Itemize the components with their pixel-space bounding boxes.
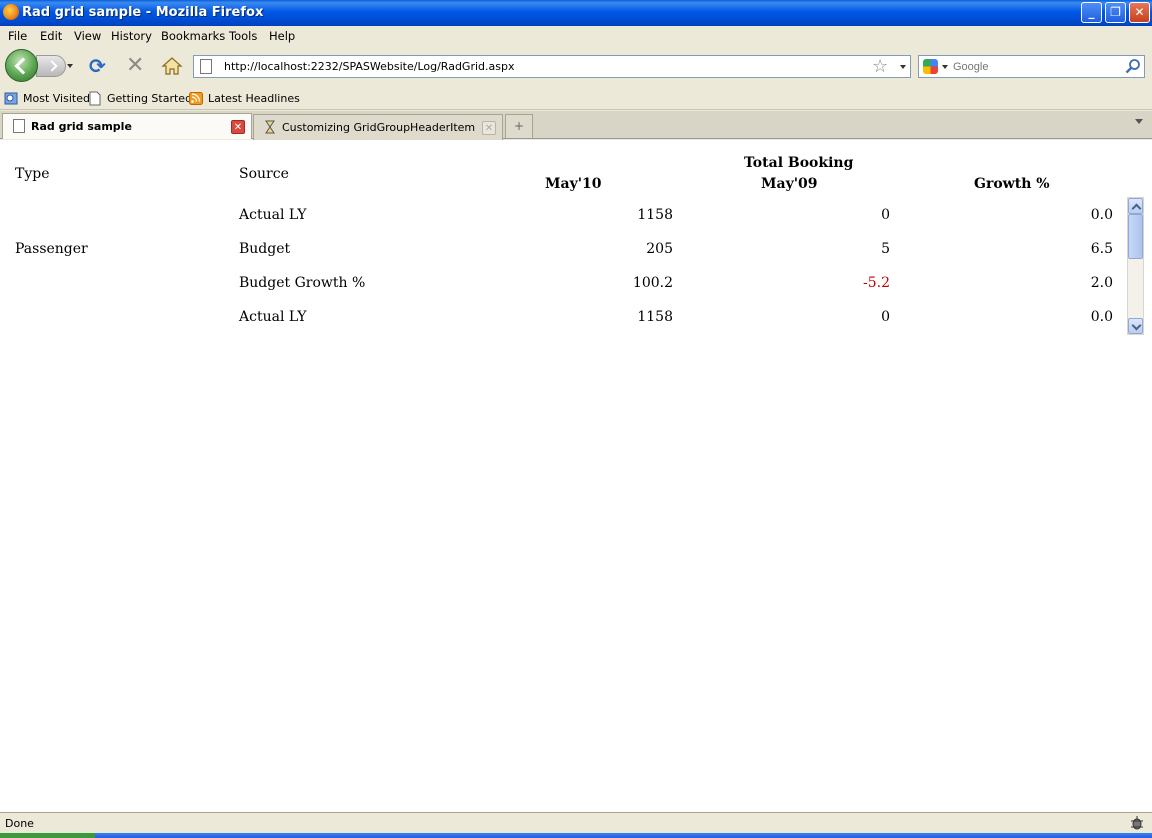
bookmark-getting-started[interactable]: Getting Started <box>107 92 192 105</box>
menu-bar: File Edit View History Bookmarks Tools H… <box>0 26 1152 46</box>
history-dropdown-icon[interactable] <box>67 64 73 68</box>
url-dropdown-icon[interactable] <box>900 65 906 69</box>
header-group-total-booking: Total Booking <box>744 155 854 171</box>
title-bar: Rad grid sample - Mozilla Firefox _ ❐ ✕ <box>0 0 1152 26</box>
tab-customizing-gridgroupheaderitem[interactable]: Customizing GridGroupHeaderItem ✕ <box>253 114 503 140</box>
row-value-may09: 0 <box>881 309 890 325</box>
search-icon[interactable] <box>1125 58 1141 74</box>
tab-rad-grid-sample[interactable]: Rad grid sample ✕ <box>2 113 252 139</box>
window-title: Rad grid sample - Mozilla Firefox <box>22 5 264 20</box>
menu-history[interactable]: History <box>111 29 152 43</box>
page-icon <box>200 59 212 74</box>
taskbar <box>0 833 1152 838</box>
stop-icon[interactable]: ✕ <box>126 55 146 77</box>
home-icon[interactable] <box>161 56 183 76</box>
scroll-down-icon[interactable] <box>1128 318 1143 334</box>
search-engine-dropdown-icon[interactable] <box>942 65 948 69</box>
close-button[interactable]: ✕ <box>1129 2 1150 23</box>
search-bar <box>918 55 1145 78</box>
reload-icon[interactable]: ⟳ <box>89 56 109 76</box>
row-value-may09: 0 <box>881 207 890 223</box>
header-source[interactable]: Source <box>239 166 289 182</box>
bookmark-most-visited[interactable]: Most Visited <box>23 92 90 105</box>
header-type[interactable]: Type <box>15 166 50 182</box>
start-button[interactable] <box>0 833 95 838</box>
row-value-may09: 5 <box>881 241 890 257</box>
bookmark-latest-headlines[interactable]: Latest Headlines <box>208 92 300 105</box>
menu-edit[interactable]: Edit <box>40 29 62 43</box>
forward-button[interactable] <box>36 55 66 77</box>
search-input[interactable] <box>953 58 1121 75</box>
menu-bookmarks[interactable]: Bookmarks <box>161 29 225 43</box>
row-value-may09-negative: -5.2 <box>863 275 890 291</box>
scroll-thumb[interactable] <box>1128 214 1143 259</box>
grid-scrollbar[interactable] <box>1127 197 1144 335</box>
close-tab-icon[interactable]: ✕ <box>231 120 245 134</box>
menu-tools[interactable]: Tools <box>229 29 257 43</box>
tab-label: Customizing GridGroupHeaderItem <box>282 121 476 134</box>
google-icon[interactable] <box>923 59 938 74</box>
header-growth-percent[interactable]: Growth % <box>974 176 1050 192</box>
group-label-passenger: Passenger <box>15 241 88 257</box>
row-source: Budget <box>239 241 291 257</box>
url-text[interactable]: http://localhost:2232/SPASWebsite/Log/Ra… <box>224 60 514 73</box>
menu-help[interactable]: Help <box>269 29 295 43</box>
header-may10[interactable]: May'10 <box>545 176 601 192</box>
header-may09[interactable]: May'09 <box>761 176 817 192</box>
status-bar: Done <box>0 812 1152 833</box>
tab-label: Rad grid sample <box>31 120 132 133</box>
hourglass-icon <box>265 120 275 134</box>
row-source: Actual LY <box>239 207 307 223</box>
row-value-growth: 6.5 <box>1090 241 1113 257</box>
page-content: Type Source Total Booking May'10 May'09 … <box>0 140 1152 812</box>
row-source: Actual LY <box>239 309 307 325</box>
close-tab-icon[interactable]: ✕ <box>482 121 496 135</box>
firefox-icon <box>3 4 19 20</box>
address-bar[interactable]: http://localhost:2232/SPASWebsite/Log/Ra… <box>193 55 911 78</box>
row-source: Budget Growth % <box>239 275 366 291</box>
page-icon <box>89 91 101 106</box>
scroll-up-icon[interactable] <box>1128 198 1143 214</box>
row-value-may10: 1158 <box>637 207 673 223</box>
row-value-may10: 205 <box>646 241 673 257</box>
status-text: Done <box>5 817 34 830</box>
bookmark-star-icon[interactable]: ☆ <box>872 56 888 77</box>
back-button[interactable] <box>5 49 38 82</box>
maximize-button[interactable]: ❐ <box>1105 2 1126 23</box>
menu-view[interactable]: View <box>74 29 101 43</box>
page-icon <box>13 119 25 133</box>
row-value-growth: 0.0 <box>1090 309 1113 325</box>
row-value-may10: 1158 <box>637 309 673 325</box>
bug-icon[interactable] <box>1129 815 1145 831</box>
row-value-growth: 0.0 <box>1090 207 1113 223</box>
new-tab-button[interactable]: + <box>505 114 533 138</box>
rss-icon <box>189 92 203 105</box>
row-value-may10: 100.2 <box>632 275 673 291</box>
tab-list-dropdown-icon[interactable] <box>1135 119 1143 124</box>
most-visited-icon <box>4 92 18 105</box>
menu-file[interactable]: File <box>8 29 27 43</box>
row-value-growth: 2.0 <box>1090 275 1113 291</box>
minimize-button[interactable]: _ <box>1081 2 1102 23</box>
